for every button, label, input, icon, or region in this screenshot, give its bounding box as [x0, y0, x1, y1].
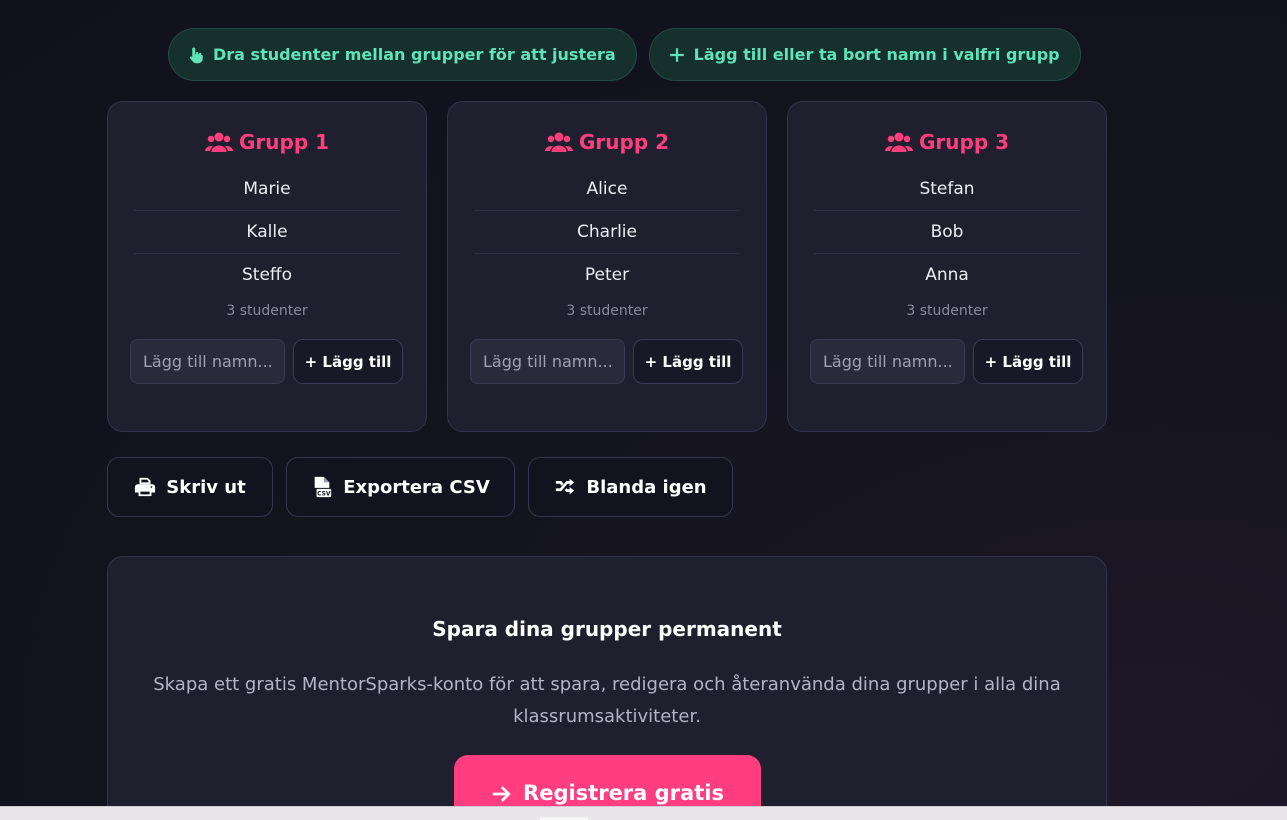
student-item[interactable]: Charlie — [474, 211, 740, 254]
group-title-label: Grupp 2 — [578, 130, 670, 154]
group-title-label: Grupp 1 — [238, 130, 330, 154]
signup-promo: Spara dina grupper permanent Skapa ett g… — [107, 556, 1107, 806]
student-count: 3 studenter — [906, 303, 988, 319]
student-item[interactable]: Anna — [814, 254, 1080, 295]
print-label: Skriv ut — [166, 476, 246, 498]
hint-bar: Dra studenter mellan grupper för att jus… — [168, 28, 1081, 81]
group-card-1: Grupp 1 Marie Kalle Steffo 3 studenter +… — [107, 101, 427, 432]
student-item[interactable]: Alice — [474, 168, 740, 211]
promo-text: Skapa ett gratis MentorSparks-konto för … — [153, 674, 1061, 727]
group-card-2: Grupp 2 Alice Charlie Peter 3 studenter … — [447, 101, 767, 432]
users-icon — [544, 132, 573, 152]
printer-icon — [135, 477, 156, 497]
hint-add-remove-label: Lägg till eller ta bort namn i valfri gr… — [693, 45, 1060, 64]
student-item[interactable]: Steffo — [134, 254, 400, 295]
export-csv-button[interactable]: CSV Exportera CSV — [286, 457, 515, 517]
plus-icon — [669, 47, 684, 62]
add-student-button[interactable]: + Lägg till — [633, 339, 743, 384]
arrow-right-icon — [492, 786, 511, 802]
file-csv-icon: CSV — [314, 476, 332, 498]
member-list: Stefan Bob Anna — [810, 168, 1084, 295]
student-item[interactable]: Marie — [134, 168, 400, 211]
student-item[interactable]: Stefan — [814, 168, 1080, 211]
add-name-input[interactable] — [810, 339, 965, 384]
add-student-button[interactable]: + Lägg till — [293, 339, 403, 384]
student-item[interactable]: Kalle — [134, 211, 400, 254]
add-student-button[interactable]: + Lägg till — [973, 339, 1083, 384]
add-student-row: + Lägg till — [470, 339, 744, 384]
action-bar: Skriv ut CSV Exportera CSV Blanda igen — [107, 457, 733, 517]
svg-text:CSV: CSV — [317, 491, 331, 498]
group-title: Grupp 1 — [130, 126, 404, 158]
student-count: 3 studenter — [226, 303, 308, 319]
hint-drag-students: Dra studenter mellan grupper för att jus… — [168, 28, 637, 81]
page: Dra studenter mellan grupper för att jus… — [0, 0, 1287, 806]
group-card-3: Grupp 3 Stefan Bob Anna 3 studenter + Lä… — [787, 101, 1107, 432]
print-button[interactable]: Skriv ut — [107, 457, 273, 517]
shuffle-icon — [556, 478, 575, 495]
register-button[interactable]: Registrera gratis — [454, 755, 761, 806]
users-icon — [204, 132, 233, 152]
member-list: Alice Charlie Peter — [470, 168, 744, 295]
student-item[interactable]: Peter — [474, 254, 740, 295]
browser-bottom-bar — [0, 806, 1287, 820]
add-student-row: + Lägg till — [810, 339, 1084, 384]
hand-pointer-icon — [189, 47, 203, 63]
register-label: Registrera gratis — [523, 781, 724, 805]
member-list: Marie Kalle Steffo — [130, 168, 404, 295]
users-icon — [884, 132, 913, 152]
shuffle-button[interactable]: Blanda igen — [528, 457, 733, 517]
export-label: Exportera CSV — [343, 476, 490, 498]
hint-add-remove: Lägg till eller ta bort namn i valfri gr… — [648, 28, 1081, 81]
hint-drag-label: Dra studenter mellan grupper för att jus… — [213, 45, 616, 64]
add-student-row: + Lägg till — [130, 339, 404, 384]
student-count: 3 studenter — [566, 303, 648, 319]
group-title: Grupp 3 — [810, 126, 1084, 158]
group-title: Grupp 2 — [470, 126, 744, 158]
group-title-label: Grupp 3 — [918, 130, 1010, 154]
add-name-input[interactable] — [470, 339, 625, 384]
group-list: Grupp 1 Marie Kalle Steffo 3 studenter +… — [107, 101, 1107, 432]
promo-title: Spara dina grupper permanent — [432, 617, 782, 641]
shuffle-label: Blanda igen — [586, 476, 707, 498]
add-name-input[interactable] — [130, 339, 285, 384]
student-item[interactable]: Bob — [814, 211, 1080, 254]
